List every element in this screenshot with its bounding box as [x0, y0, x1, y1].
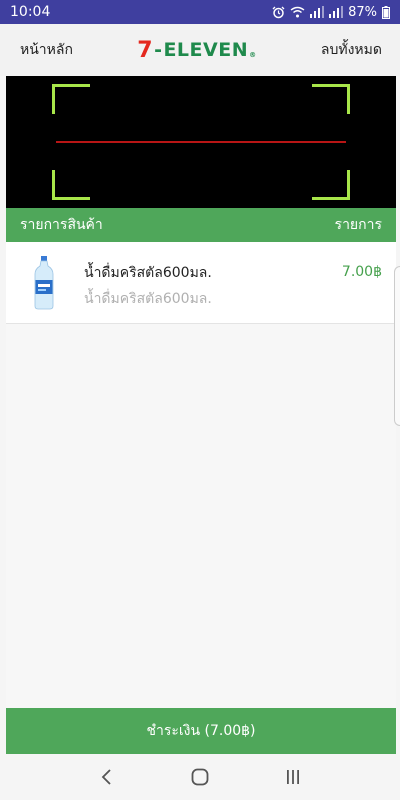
recents-icon[interactable] — [278, 762, 308, 792]
product-list-header: รายการสินค้า รายการ — [6, 208, 396, 242]
status-bar: 10:04 87% — [0, 0, 400, 24]
logo-dash: - — [154, 39, 163, 61]
list-item[interactable]: น้ำดื่มคริสตัล600มล. น้ำดื่มคริสตัล600มล… — [6, 242, 396, 324]
home-icon[interactable] — [185, 762, 215, 792]
product-price: 7.00฿ — [341, 264, 382, 280]
scan-frame-corner-top-left — [52, 84, 90, 114]
product-list[interactable]: น้ำดื่มคริสตัล600มล. น้ำดื่มคริสตัล600มล… — [6, 242, 396, 708]
status-time: 10:04 — [10, 4, 51, 20]
edge-panel-handle[interactable] — [394, 266, 400, 426]
navigation-bar — [0, 754, 400, 800]
status-icons: 87% — [272, 5, 390, 20]
product-subtitle: น้ำดื่มคริสตัล600มล. — [84, 291, 212, 307]
logo-eleven: ELEVEN — [163, 39, 249, 61]
battery-icon — [382, 5, 390, 19]
logo-seven: 7 — [137, 37, 154, 63]
scan-frame-corner-bottom-right — [312, 170, 350, 200]
home-link[interactable]: หน้าหลัก — [20, 39, 73, 61]
scan-frame-corner-bottom-left — [52, 170, 90, 200]
alarm-icon — [272, 6, 285, 18]
app-header: หน้าหลัก 7 - ELEVEN ® ลบทั้งหมด — [0, 24, 400, 76]
wifi-icon — [290, 6, 305, 18]
signal-icon — [310, 6, 325, 18]
pay-button[interactable]: ชำระเงิน (7.00฿) — [6, 708, 396, 754]
item-count-label: รายการ — [334, 217, 382, 233]
signal-icon-2 — [329, 6, 344, 18]
scan-frame-corner-top-right — [312, 84, 350, 114]
seven-eleven-logo: 7 - ELEVEN ® — [137, 38, 256, 63]
barcode-scanner-view[interactable] — [6, 76, 396, 208]
logo-registered: ® — [249, 50, 257, 59]
scan-line — [56, 141, 346, 143]
clear-all-button[interactable]: ลบทั้งหมด — [321, 39, 382, 61]
product-list-title: รายการสินค้า — [20, 217, 103, 233]
battery-percent: 87% — [348, 4, 377, 20]
product-name: น้ำดื่มคริสตัล600มล. — [84, 265, 212, 281]
water-bottle-image — [22, 256, 66, 310]
back-icon[interactable] — [92, 762, 122, 792]
